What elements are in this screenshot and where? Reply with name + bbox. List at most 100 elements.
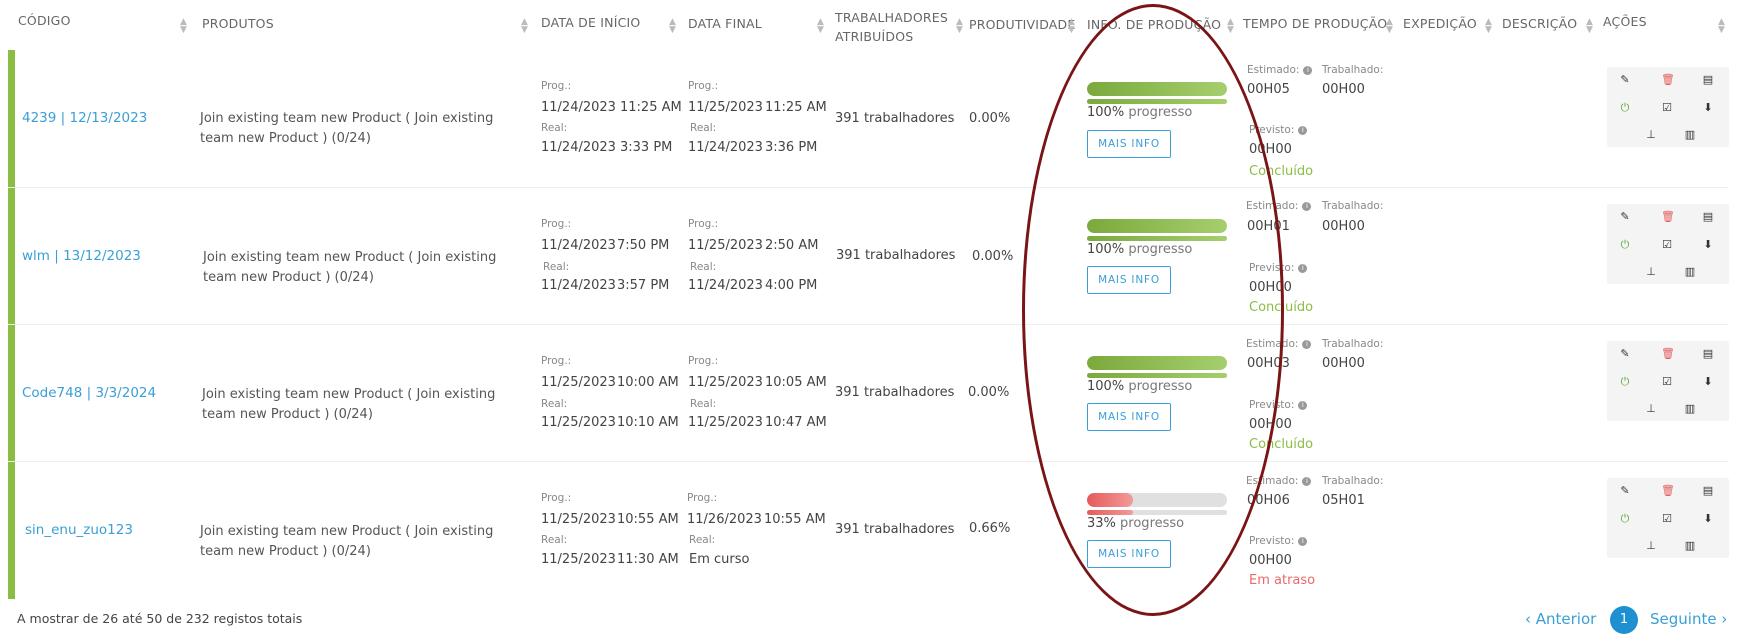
row-code-link[interactable]: sin_enu_zuo123	[25, 522, 133, 538]
header-data-inicio[interactable]: DATA DE INÍCIO	[541, 13, 640, 33]
info-icon[interactable]: i	[1298, 126, 1308, 135]
end-real-date: 11/24/2023	[688, 140, 763, 155]
end-prog-label: Prog.:	[687, 492, 718, 504]
start-prog-date: 11/25/2023	[541, 375, 616, 390]
info-icon[interactable]: i	[1298, 264, 1308, 273]
delete-icon[interactable]: 🗑	[1661, 347, 1675, 361]
barcode-icon[interactable]: ▥	[1683, 128, 1697, 142]
sort-icon[interactable]: ▲ ▼	[1718, 18, 1725, 35]
header-codigo[interactable]: CÓDIGO	[18, 11, 71, 31]
info-icon[interactable]: i	[1298, 537, 1308, 546]
delete-icon[interactable]: 🗑	[1661, 210, 1675, 224]
start-real-label: Real:	[541, 534, 568, 546]
hierarchy-icon[interactable]: ⊥	[1644, 265, 1658, 279]
header-expedicao[interactable]: EXPEDIÇÃO	[1403, 14, 1477, 34]
checklist-icon[interactable]: ☑	[1660, 512, 1674, 526]
power-icon[interactable]: ⏻	[1618, 238, 1632, 252]
end-prog-label: Prog.:	[688, 218, 719, 230]
download-icon[interactable]: ⬇	[1701, 375, 1715, 389]
start-prog-date: 11/24/2023	[541, 238, 616, 253]
row-code-link[interactable]: 4239 | 12/13/2023	[22, 110, 147, 126]
end-real-time: 10:47 AM	[765, 415, 827, 430]
info-icon[interactable]: i	[1302, 340, 1312, 349]
trabalhado-label: Trabalhado:	[1322, 475, 1384, 487]
power-icon[interactable]: ⏻	[1618, 101, 1632, 115]
previsto-value: 00H00	[1249, 553, 1292, 568]
header-descricao[interactable]: DESCRIÇÃO	[1502, 14, 1577, 34]
edit-icon[interactable]: ✎	[1618, 347, 1632, 361]
start-real-date: 11/25/2023	[541, 552, 616, 567]
delete-icon[interactable]: 🗑	[1661, 73, 1675, 87]
edit-icon[interactable]: ✎	[1618, 73, 1632, 87]
row-code-link[interactable]: wlm | 13/12/2023	[22, 248, 141, 264]
next-page-link[interactable]: Seguinte ›	[1650, 610, 1727, 628]
sort-icon[interactable]: ▲ ▼	[1068, 18, 1075, 35]
trabalhado-label: Trabalhado:	[1322, 64, 1384, 76]
row-status-bar	[8, 325, 15, 462]
row-workers: 391 trabalhadores	[835, 385, 955, 400]
download-icon[interactable]: ⬇	[1701, 512, 1715, 526]
sort-icon[interactable]: ▲ ▼	[1386, 18, 1393, 35]
header-tempo-producao[interactable]: TEMPO DE PRODUÇÃO	[1243, 14, 1387, 34]
header-produtos[interactable]: PRODUTOS	[202, 14, 274, 34]
checklist-icon[interactable]: ☑	[1660, 375, 1674, 389]
info-icon[interactable]: i	[1303, 66, 1313, 75]
table-header: CÓDIGO ▲ ▼ PRODUTOS ▲ ▼ DATA DE INÍCIO ▲ ▼ …	[0, 0, 1739, 52]
edit-icon[interactable]: ✎	[1618, 484, 1632, 498]
sort-icon[interactable]: ▲ ▼	[521, 18, 528, 35]
end-real-label: Real:	[690, 122, 717, 134]
previsto-label: Previsto: i	[1249, 535, 1308, 547]
header-trabalhadores[interactable]: TRABALHADORES	[835, 8, 948, 28]
edit-icon[interactable]: ✎	[1618, 210, 1632, 224]
start-prog-label: Prog.:	[541, 355, 572, 367]
row-productivity: 0.00%	[968, 385, 1010, 400]
sort-icon[interactable]: ▲ ▼	[669, 18, 676, 35]
sort-icon[interactable]: ▲ ▼	[180, 18, 187, 35]
sort-icon[interactable]: ▲ ▼	[817, 18, 824, 35]
power-icon[interactable]: ⏻	[1618, 512, 1632, 526]
row-workers: 391 trabalhadores	[835, 522, 955, 537]
document-icon[interactable]: ▤	[1701, 347, 1715, 361]
start-real-date: 11/24/2023	[541, 140, 616, 155]
page-number-current[interactable]: 1	[1610, 606, 1638, 634]
row-code-link[interactable]: Code748 | 3/3/2024	[22, 385, 156, 401]
end-real-label: Real:	[690, 398, 717, 410]
end-real-date: 11/25/2023	[688, 415, 763, 430]
barcode-icon[interactable]: ▥	[1683, 539, 1697, 553]
checklist-icon[interactable]: ☑	[1660, 101, 1674, 115]
info-icon[interactable]: i	[1302, 477, 1312, 486]
hierarchy-icon[interactable]: ⊥	[1644, 128, 1658, 142]
start-prog-time: 11:25 AM	[620, 100, 682, 115]
end-prog-time: 11:25 AM	[765, 100, 827, 115]
sort-icon[interactable]: ▲ ▼	[1586, 18, 1593, 35]
end-prog-time: 10:55 AM	[764, 512, 826, 527]
prev-page-link[interactable]: ‹ Anterior	[1525, 610, 1596, 628]
header-data-final[interactable]: DATA FINAL	[688, 14, 762, 34]
start-prog-label: Prog.:	[541, 80, 572, 92]
end-prog-date: 11/25/2023	[688, 100, 763, 115]
start-real-time: 11:30 AM	[617, 552, 679, 567]
hierarchy-icon[interactable]: ⊥	[1644, 402, 1658, 416]
sort-icon[interactable]: ▲ ▼	[956, 18, 963, 35]
document-icon[interactable]: ▤	[1701, 73, 1715, 87]
header-produtividade[interactable]: PRODUTIVIDADE	[969, 15, 1075, 35]
start-prog-time: 10:55 AM	[617, 512, 679, 527]
end-real-time: 4:00 PM	[765, 278, 818, 293]
document-icon[interactable]: ▤	[1701, 484, 1715, 498]
barcode-icon[interactable]: ▥	[1683, 265, 1697, 279]
info-icon[interactable]: i	[1298, 401, 1308, 410]
sort-icon[interactable]: ▲ ▼	[1227, 18, 1234, 35]
actions-panel: ✎ 🗑 ▤ ⏻ ☑ ⬇ ⊥ ▥	[1607, 341, 1729, 421]
barcode-icon[interactable]: ▥	[1683, 402, 1697, 416]
checklist-icon[interactable]: ☑	[1660, 238, 1674, 252]
download-icon[interactable]: ⬇	[1701, 101, 1715, 115]
end-prog-time: 10:05 AM	[765, 375, 827, 390]
hierarchy-icon[interactable]: ⊥	[1644, 539, 1658, 553]
info-icon[interactable]: i	[1302, 202, 1312, 211]
download-icon[interactable]: ⬇	[1701, 238, 1715, 252]
document-icon[interactable]: ▤	[1701, 210, 1715, 224]
power-icon[interactable]: ⏻	[1618, 375, 1632, 389]
delete-icon[interactable]: 🗑	[1661, 484, 1675, 498]
row-product: Join existing team new Product ( Join ex…	[203, 250, 497, 285]
sort-icon[interactable]: ▲ ▼	[1485, 18, 1492, 35]
